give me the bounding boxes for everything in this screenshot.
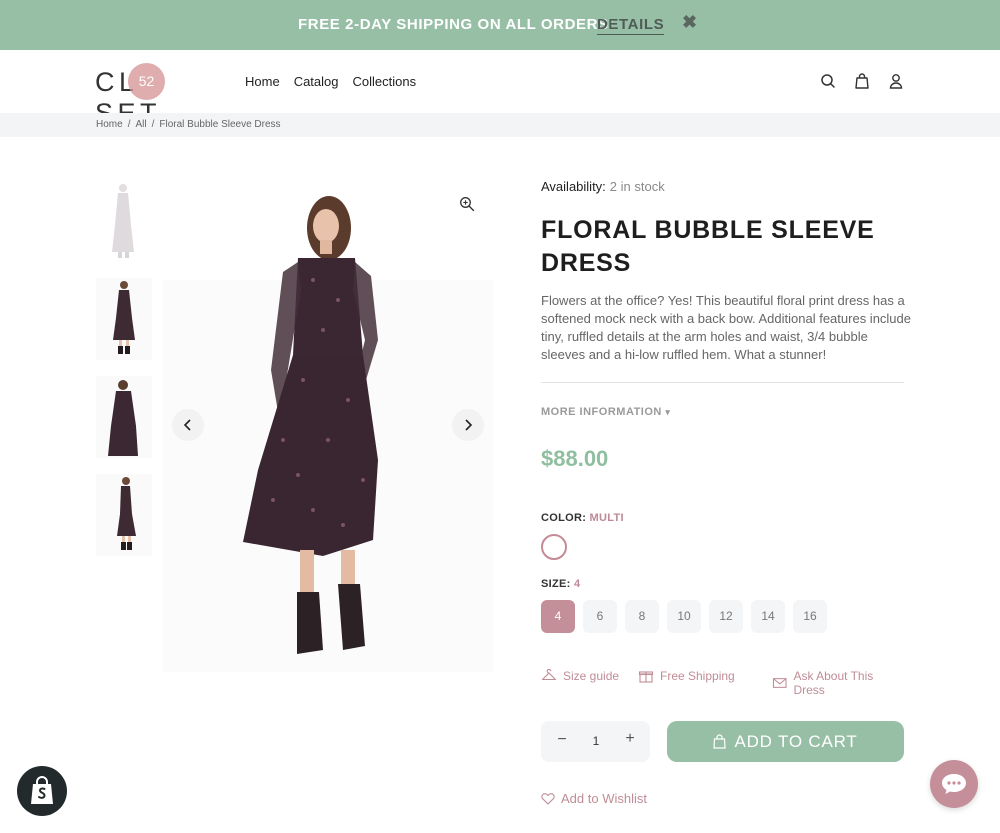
thumbnail-list xyxy=(96,180,152,572)
size-option-14[interactable]: 14 xyxy=(751,600,785,633)
more-information-label: MORE INFORMATION xyxy=(541,406,662,418)
size-guide-link[interactable]: Size guide xyxy=(541,669,619,683)
breadcrumb-separator: / xyxy=(151,119,155,130)
breadcrumb-home[interactable]: Home xyxy=(96,119,123,130)
add-to-cart-button[interactable]: ADD TO CART xyxy=(667,721,904,762)
size-option-16[interactable]: 16 xyxy=(793,600,827,633)
size-options: 4 6 8 10 12 14 16 xyxy=(541,600,827,633)
size-label: SIZE: 4 xyxy=(541,578,580,590)
color-label: COLOR: MULTI xyxy=(541,512,624,524)
size-label-text: SIZE: xyxy=(541,578,571,590)
product-links: Size guide Free Shipping Ask About This … xyxy=(541,669,904,697)
announcement-bar: FREE 2-DAY SHIPPING ON ALL ORDERS! DETAI… xyxy=(0,0,1000,50)
divider xyxy=(541,382,904,383)
nav-item-catalog[interactable]: Catalog xyxy=(294,74,339,89)
thumbnail-3[interactable] xyxy=(96,376,152,458)
close-icon[interactable]: ✖ xyxy=(682,12,697,33)
thumbnail-4[interactable] xyxy=(96,474,152,556)
nav-item-collections[interactable]: Collections xyxy=(353,74,417,89)
product-price: $88.00 xyxy=(541,446,609,471)
zoom-icon[interactable] xyxy=(459,196,475,212)
thumbnail-1[interactable] xyxy=(96,180,152,262)
header-icons xyxy=(820,72,904,90)
free-shipping-link[interactable]: Free Shipping xyxy=(638,669,735,683)
nav-item-home[interactable]: Home xyxy=(245,74,280,89)
quantity-increase-button[interactable]: + xyxy=(623,730,637,748)
availability: Availability: 2 in stock xyxy=(541,179,665,194)
add-to-cart-label: ADD TO CART xyxy=(734,731,858,751)
availability-value: 2 in stock xyxy=(609,179,665,194)
size-option-10[interactable]: 10 xyxy=(667,600,701,633)
ask-about-link[interactable]: Ask About This Dress xyxy=(772,669,904,697)
gift-icon xyxy=(638,671,654,683)
size-guide-label: Size guide xyxy=(563,669,620,683)
hanger-icon xyxy=(541,669,557,681)
breadcrumb-current: Floral Bubble Sleeve Dress xyxy=(159,119,281,130)
ask-about-label: Ask About This Dress xyxy=(793,669,874,697)
search-icon[interactable] xyxy=(820,72,836,90)
size-option-4[interactable]: 4 xyxy=(541,600,575,633)
bag-icon xyxy=(713,734,727,749)
quantity-decrease-button[interactable]: − xyxy=(555,731,569,749)
size-value: 4 xyxy=(573,578,581,590)
thumbnail-2[interactable] xyxy=(96,278,152,360)
chevron-down-icon: ▾ xyxy=(665,407,671,417)
shopify-badge[interactable] xyxy=(17,766,67,816)
shopify-bag-icon xyxy=(31,776,53,804)
add-to-wishlist-link[interactable]: Add to Wishlist xyxy=(541,791,647,806)
product-description: Flowers at the office? Yes! This beautif… xyxy=(541,293,911,362)
user-icon[interactable] xyxy=(888,72,904,90)
mail-icon xyxy=(772,678,787,688)
quantity-input[interactable]: 1 xyxy=(586,734,606,748)
chat-button[interactable] xyxy=(930,760,978,808)
next-image-button[interactable] xyxy=(452,409,484,441)
product-title: FLORAL BUBBLE SLEEVE DRESS xyxy=(541,216,875,277)
announcement-details-link[interactable]: DETAILS xyxy=(597,16,665,35)
quantity-stepper: − 1 + xyxy=(541,721,650,762)
product-main-image[interactable] xyxy=(163,180,493,672)
color-label-text: COLOR: xyxy=(541,512,587,524)
breadcrumb: Home / All / Floral Bubble Sleeve Dress xyxy=(0,113,1000,137)
size-option-6[interactable]: 6 xyxy=(583,600,617,633)
chat-icon xyxy=(942,774,966,794)
availability-label: Availability: xyxy=(541,179,606,194)
chevron-right-icon xyxy=(465,419,473,431)
breadcrumb-separator: / xyxy=(127,119,131,130)
breadcrumb-all[interactable]: All xyxy=(135,119,146,130)
wishlist-label: Add to Wishlist xyxy=(561,791,647,806)
announcement-text: FREE 2-DAY SHIPPING ON ALL ORDERS! xyxy=(298,16,615,33)
free-shipping-label: Free Shipping xyxy=(660,669,735,683)
size-option-12[interactable]: 12 xyxy=(709,600,743,633)
color-swatch-multi[interactable] xyxy=(541,534,567,560)
previous-image-button[interactable] xyxy=(172,409,204,441)
chevron-left-icon xyxy=(183,419,191,431)
site-header: CLSET 52 Home Catalog Collections xyxy=(0,50,1000,128)
site-logo[interactable]: CLSET 52 xyxy=(95,63,225,128)
color-value: MULTI xyxy=(589,512,624,524)
more-information-toggle[interactable]: MORE INFORMATION ▾ xyxy=(541,406,670,418)
logo-badge: 52 xyxy=(128,63,165,100)
size-option-8[interactable]: 8 xyxy=(625,600,659,633)
bag-icon[interactable] xyxy=(854,72,870,90)
heart-icon xyxy=(541,793,555,805)
main-nav: Home Catalog Collections xyxy=(245,74,416,89)
